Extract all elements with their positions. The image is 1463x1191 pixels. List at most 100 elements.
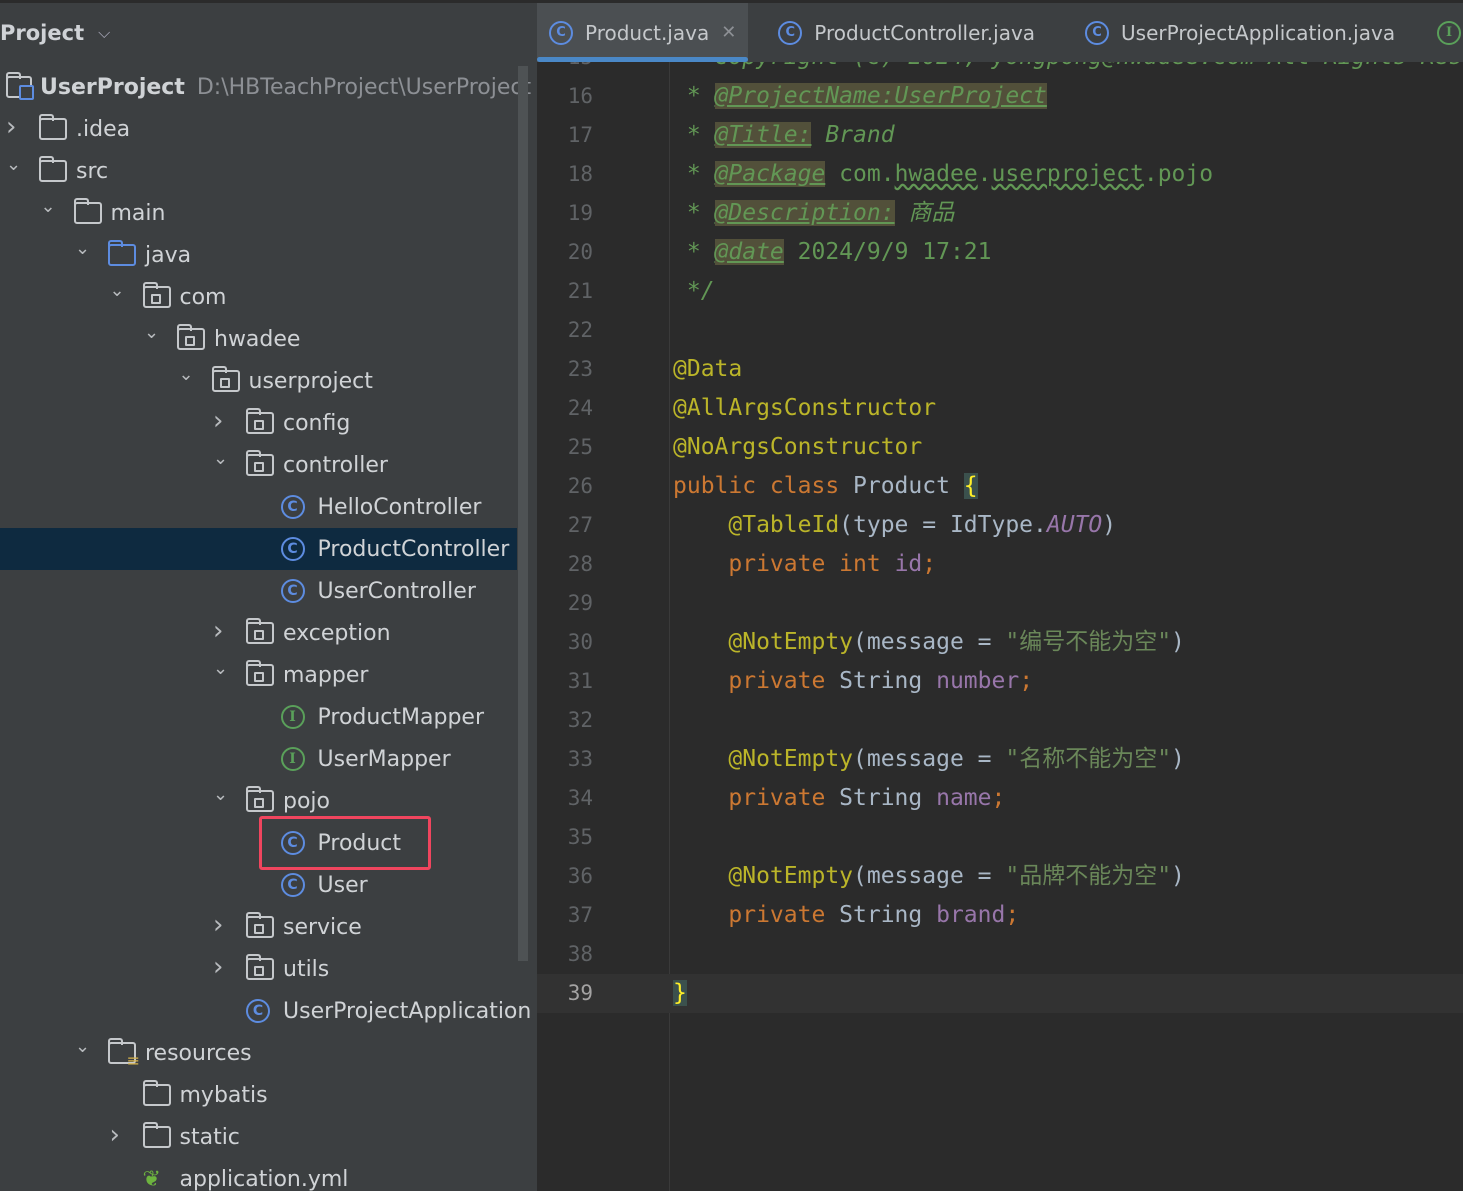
tree-item-utils[interactable]: › utils	[0, 948, 517, 990]
code-line[interactable]: }	[673, 974, 687, 1013]
root-path: D:\HBTeachProject\UserProject	[196, 74, 532, 100]
tab-userprojectapplication-java[interactable]: C UserProjectApplication.java	[1073, 3, 1407, 62]
tree-item-com[interactable]: ⌄ com	[0, 276, 517, 318]
code-line[interactable]: * Copyright (c) 2024, yongpong@hwadee.co…	[673, 62, 1462, 77]
tree-item-userprojectapplication[interactable]: C UserProjectApplication	[0, 990, 531, 1032]
chevron-down-icon[interactable]: ⌄	[179, 366, 194, 384]
tab-productcontroller-java[interactable]: C ProductController.java	[766, 3, 1047, 62]
line-number: 30	[567, 630, 593, 654]
chevron-right-icon[interactable]: ›	[213, 408, 227, 434]
tree-item-label: UserController	[317, 578, 476, 604]
chevron-down-icon[interactable]: ⌄	[144, 324, 159, 342]
chevron-down-icon[interactable]: ⌄	[213, 450, 228, 468]
code-editor[interactable]: 15 * Copyright (c) 2024, yongpong@hwadee…	[537, 62, 1463, 1191]
tree-item-usercontroller[interactable]: C UserController	[0, 570, 517, 612]
tree-item-productcontroller[interactable]: C ProductController	[0, 528, 517, 570]
tree-item-mapper[interactable]: ⌄ mapper	[0, 654, 517, 696]
code-line[interactable]: private int id;	[673, 545, 936, 584]
tree-item-java[interactable]: ⌄ java	[0, 234, 517, 276]
yaml-file-icon: ❦	[142, 1166, 161, 1191]
chevron-right-icon[interactable]: ›	[213, 954, 227, 980]
code-line[interactable]: @Data	[673, 350, 742, 389]
folder-icon	[39, 156, 67, 182]
code-line[interactable]: * @ProjectName:UserProject	[673, 77, 1047, 116]
code-line[interactable]: @NoArgsConstructor	[673, 428, 922, 467]
app-class-icon: C	[1085, 20, 1110, 45]
chevron-down-icon[interactable]: ⌄	[213, 786, 228, 804]
code-line[interactable]: * @date 2024/9/9 17:21	[673, 233, 992, 272]
tree-item-service[interactable]: › service	[0, 906, 517, 948]
tree-item-main[interactable]: ⌄ main	[0, 192, 517, 234]
code-line[interactable]: private String name;	[673, 779, 1005, 818]
code-line[interactable]: private String number;	[673, 662, 1033, 701]
chevron-down-icon[interactable]: ⌄	[75, 1038, 90, 1056]
code-token: @NotEmpty	[728, 629, 854, 655]
chevron-down-icon[interactable]: ⌄	[110, 282, 125, 300]
close-icon[interactable]: ✕	[721, 22, 736, 43]
tree-item-pojo[interactable]: ⌄ pojo	[0, 780, 517, 822]
code-line[interactable]: @NotEmpty(message = "名称不能为空")	[673, 740, 1185, 779]
tree-item-hwadee[interactable]: ⌄ hwadee	[0, 318, 517, 360]
tree-item-controller[interactable]: ⌄ controller	[0, 444, 517, 486]
code-token: }	[673, 980, 687, 1006]
chevron-right-icon[interactable]: ›	[213, 618, 227, 644]
line-number: 25	[567, 435, 593, 459]
tab-pro[interactable]: IPro	[1425, 3, 1463, 62]
tree-item-usermapper[interactable]: I UserMapper	[0, 738, 517, 780]
tree-item-productmapper[interactable]: I ProductMapper	[0, 696, 517, 738]
code-token: )	[1171, 746, 1185, 772]
tree-item-application-yml[interactable]: ❦ application.yml	[0, 1158, 517, 1191]
code-line[interactable]: * @Description: 商品	[673, 194, 954, 233]
project-view-selector[interactable]: Project ⌵	[0, 21, 110, 45]
tree-item-static[interactable]: › static	[0, 1116, 517, 1158]
code-line[interactable]: @NotEmpty(message = "编号不能为空")	[673, 623, 1185, 662]
tree-item-hellocontroller[interactable]: C HelloController	[0, 486, 517, 528]
tree-item-resources[interactable]: ⌄ resources	[0, 1032, 517, 1074]
code-token: @Package	[714, 161, 826, 187]
tree-item--idea[interactable]: › .idea	[0, 108, 517, 150]
tree-item-exception[interactable]: › exception	[0, 612, 517, 654]
tree-item-config[interactable]: › config	[0, 402, 517, 444]
chevron-down-icon[interactable]: ⌄	[6, 156, 21, 174]
code-line[interactable]: * @Package com.hwadee.userproject.pojo	[673, 155, 1213, 194]
line-number: 23	[567, 357, 593, 381]
code-line[interactable]: * @Title: Brand	[673, 116, 895, 155]
code-token: @TableId	[728, 512, 840, 538]
tree-item-label: UserMapper	[317, 746, 451, 772]
code-line[interactable]: */	[673, 272, 715, 311]
chevron-right-icon[interactable]: ›	[6, 114, 20, 140]
tree-root-userproject[interactable]: UserProject D:\HBTeachProject\UserProject	[0, 66, 531, 108]
tree-item-mybatis[interactable]: mybatis	[0, 1074, 517, 1116]
package-icon	[246, 660, 274, 686]
code-token: ;	[922, 551, 937, 577]
code-token: @Title:	[714, 122, 812, 148]
chevron-down-icon[interactable]: ⌄	[41, 198, 56, 216]
code-token: private int	[673, 551, 895, 577]
code-token: *	[673, 239, 715, 265]
tree-item-userproject[interactable]: ⌄ userproject	[0, 360, 517, 402]
code-token: private	[673, 785, 840, 811]
line-number: 31	[567, 669, 593, 693]
scrollbar[interactable]	[518, 66, 528, 961]
code-token: ;	[1005, 902, 1020, 928]
chevron-right-icon[interactable]: ›	[110, 1122, 124, 1148]
tree-item-src[interactable]: ⌄ src	[0, 150, 517, 192]
code-token: "名称不能为空"	[1005, 746, 1172, 772]
code-line[interactable]: @NotEmpty(message = "品牌不能为空")	[673, 857, 1185, 896]
code-line[interactable]: @AllArgsConstructor	[673, 389, 936, 428]
code-token: {	[963, 473, 978, 499]
class-icon: C	[280, 537, 305, 561]
tree-item-user[interactable]: C User	[0, 864, 517, 906]
chevron-right-icon[interactable]: ›	[213, 912, 227, 938]
highlight-box	[259, 816, 431, 870]
chevron-down-icon[interactable]: ⌄	[213, 660, 228, 678]
tree-item-label: mybatis	[179, 1082, 268, 1108]
package-icon	[246, 450, 274, 476]
code-line[interactable]: @TableId(type = IdType.AUTO)	[673, 506, 1116, 545]
tab-product-java[interactable]: C Product.java ✕	[537, 3, 749, 62]
chevron-down-icon[interactable]: ⌄	[75, 240, 90, 258]
code-token: @NotEmpty	[728, 746, 854, 772]
code-line[interactable]: private String brand;	[673, 896, 1019, 935]
code-line[interactable]: public class Product {	[673, 467, 978, 506]
code-token: *	[673, 83, 715, 109]
